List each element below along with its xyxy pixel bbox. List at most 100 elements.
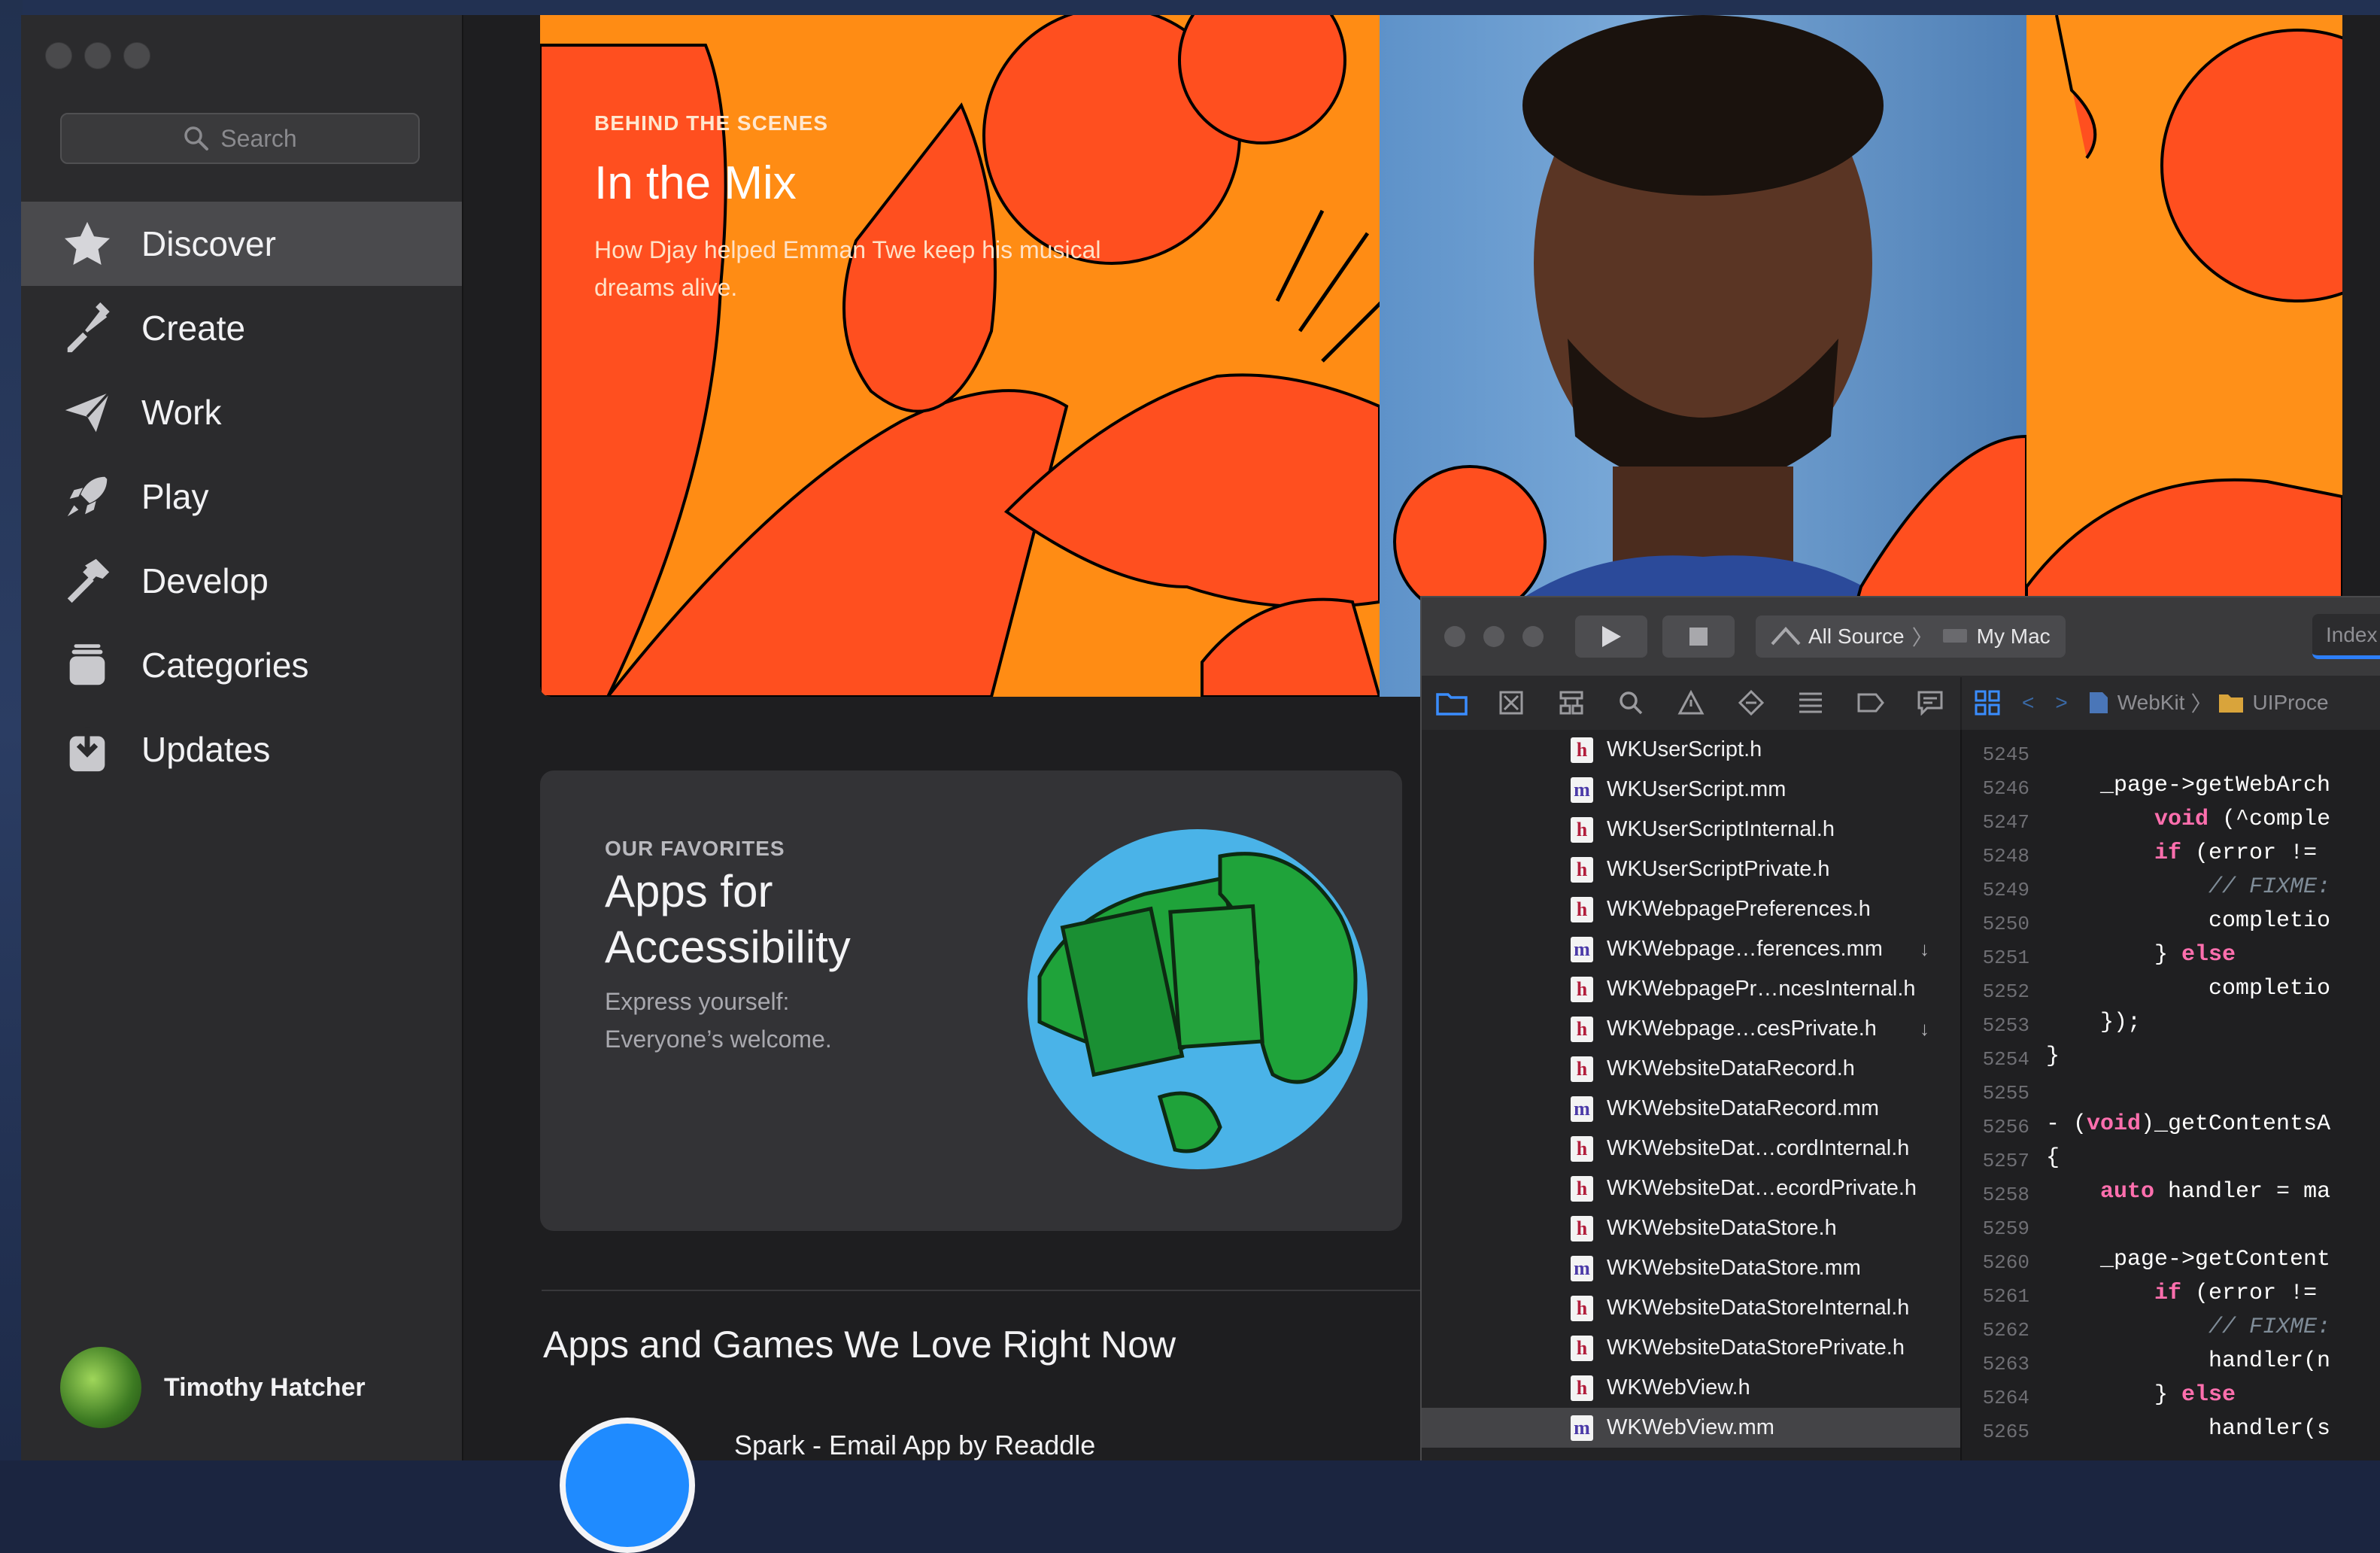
file-name: WKWebsiteDataStore.mm (1607, 1256, 1861, 1280)
file-row[interactable]: h WKWebsiteDataStore.h (1422, 1208, 1960, 1248)
file-row[interactable]: h WKWebpagePreferences.h (1422, 889, 1960, 929)
sidebar-item-play[interactable]: Play (21, 454, 462, 539)
file-name: WKWebpagePr…ncesInternal.h (1607, 977, 1916, 1001)
close-window-button[interactable] (1444, 626, 1465, 647)
folder-icon (2219, 694, 2244, 713)
code-text: _page->getContent (2046, 1247, 2331, 1272)
file-row[interactable]: h WKUserScriptPrivate.h (1422, 849, 1960, 889)
file-row[interactable]: m WKWebsiteDataStore.mm (1422, 1248, 1960, 1288)
code-line: 5264 } else (1962, 1382, 2380, 1416)
scheme-selector[interactable]: All Source 〉 My Mac (1756, 615, 2066, 658)
zoom-window-button[interactable] (1522, 626, 1544, 647)
stop-button[interactable] (1662, 615, 1735, 658)
code-line: 5249 // FIXME: (1962, 874, 2380, 908)
issue-navigator-tab[interactable] (1661, 676, 1721, 730)
chevron-right-icon[interactable]: > (2055, 691, 2067, 715)
code-text: _page->getWebArch (2046, 773, 2331, 798)
file-row[interactable]: h WKWebsiteDataStoreInternal.h (1422, 1288, 1960, 1328)
debug-navigator-tab[interactable] (1780, 676, 1841, 730)
user-name: Timothy Hatcher (164, 1372, 366, 1402)
related-items-icon[interactable] (1974, 689, 2001, 716)
breakpoint-navigator-tab[interactable] (1841, 676, 1901, 730)
spark-app-icon[interactable] (560, 1418, 695, 1553)
file-row[interactable]: h WKWebpage…cesPrivate.h ↓ (1422, 1009, 1960, 1049)
project-navigator-tab[interactable] (1422, 676, 1482, 730)
breadcrumb-project[interactable]: WebKit (2117, 691, 2185, 715)
file-row[interactable]: h WKWebsiteDataStorePrivate.h (1422, 1328, 1960, 1368)
symbol-navigator-tab[interactable] (1541, 676, 1601, 730)
file-row[interactable]: m WKWebView.mm (1422, 1408, 1960, 1448)
run-button[interactable] (1575, 615, 1647, 658)
code-text: - (void)_getContentsA (2046, 1111, 2331, 1137)
code-text: completio (2046, 976, 2331, 1001)
sidebar-item-work[interactable]: Work (21, 370, 462, 454)
sidebar-item-updates[interactable]: Updates (21, 707, 462, 792)
brush-icon (60, 301, 114, 355)
file-name: WKWebsiteDataStorePrivate.h (1607, 1336, 1905, 1360)
header-file-icon: h (1571, 1175, 1593, 1202)
file-name: WKUserScriptPrivate.h (1607, 857, 1830, 881)
file-row[interactable]: h WKWebsiteDataRecord.h (1422, 1049, 1960, 1089)
file-name: WKUserScript.h (1607, 737, 1762, 761)
code-text: handler(n (2046, 1348, 2331, 1374)
file-row[interactable]: m WKUserScript.mm (1422, 770, 1960, 810)
line-number: 5260 (1982, 1251, 2029, 1274)
header-file-icon: h (1571, 1135, 1593, 1162)
file-row[interactable]: h WKWebsiteDat…cordInternal.h (1422, 1129, 1960, 1169)
code-line: 5247 void (^comple (1962, 807, 2380, 840)
chevron-right-icon: 〉 (2190, 692, 2212, 716)
paper-plane-icon (60, 385, 114, 439)
file-row[interactable]: h WKWebpagePr…ncesInternal.h (1422, 969, 1960, 1009)
project-icon (2089, 692, 2108, 713)
sidebar-item-discover[interactable]: Discover (21, 202, 462, 286)
header-file-icon: h (1571, 1215, 1593, 1241)
section-divider (542, 1290, 1422, 1291)
find-navigator-tab[interactable] (1601, 676, 1662, 730)
file-name: WKWebsiteDataStore.h (1607, 1216, 1837, 1240)
chevron-left-icon[interactable]: < (2022, 691, 2034, 715)
hero-banner[interactable]: BEHIND THE SCENES In the Mix How Djay he… (540, 15, 2342, 697)
file-row[interactable]: h WKWebView.h (1422, 1368, 1960, 1408)
hero-text: BEHIND THE SCENES In the Mix How Djay he… (594, 111, 1121, 306)
desktop-background (0, 0, 2380, 15)
code-line: 5265 handler(s (1962, 1416, 2380, 1450)
sidebar-item-develop[interactable]: Develop (21, 539, 462, 623)
scheme-icon (1771, 627, 1801, 646)
rocket-icon (60, 470, 114, 524)
minimize-window-button[interactable] (1483, 626, 1504, 647)
file-row[interactable]: m WKWebsiteDataRecord.mm (1422, 1089, 1960, 1129)
line-number: 5252 (1982, 980, 2029, 1003)
globe-illustration (1028, 829, 1368, 1169)
test-navigator-tab[interactable] (1721, 676, 1781, 730)
sidebar: Search Discover Create Work Play Develop… (21, 15, 463, 1460)
sidebar-item-categories[interactable]: Categories (21, 623, 462, 707)
card-subtitle: Express yourself: Everyone’s welcome. (605, 988, 832, 1053)
play-icon (1602, 626, 1621, 647)
hammer-icon (60, 554, 114, 608)
file-row[interactable]: h WKUserScript.h (1422, 730, 1960, 770)
file-name: WKWebView.h (1607, 1375, 1750, 1400)
code-line: 5246 _page->getWebArch (1962, 773, 2380, 807)
sidebar-item-create[interactable]: Create (21, 286, 462, 370)
breadcrumb-folder[interactable]: UIProce (2252, 691, 2328, 715)
close-window-button[interactable] (45, 42, 72, 69)
user-account[interactable]: Timothy Hatcher (60, 1347, 366, 1428)
card-title: Apps for Accessibility (605, 866, 851, 972)
zoom-window-button[interactable] (123, 42, 150, 69)
file-row[interactable]: h WKUserScriptInternal.h (1422, 810, 1960, 849)
header-file-icon: h (1571, 1016, 1593, 1042)
header-file-icon: h (1571, 816, 1593, 843)
source-editor[interactable]: 5245 5246 _page->getWebArch 5247 void (^co… (1962, 730, 2380, 1460)
file-row[interactable]: h WKWebsiteDat…ecordPrivate.h (1422, 1169, 1960, 1208)
search-input[interactable]: Search (60, 113, 420, 164)
report-navigator-tab[interactable] (1901, 676, 1961, 730)
list-icon (1799, 692, 1823, 713)
app-name[interactable]: Spark - Email App by Readdle (734, 1430, 1095, 1461)
file-row[interactable]: m WKWebpage…ferences.mm ↓ (1422, 929, 1960, 969)
file-name: WKWebpage…cesPrivate.h (1607, 1017, 1877, 1041)
minimize-window-button[interactable] (84, 42, 111, 69)
favorites-card[interactable]: OUR FAVORITES Apps for Accessibility Exp… (540, 770, 1402, 1231)
avatar (60, 1347, 141, 1428)
source-control-tab[interactable] (1482, 676, 1542, 730)
sidebar-item-label: Work (141, 393, 222, 432)
